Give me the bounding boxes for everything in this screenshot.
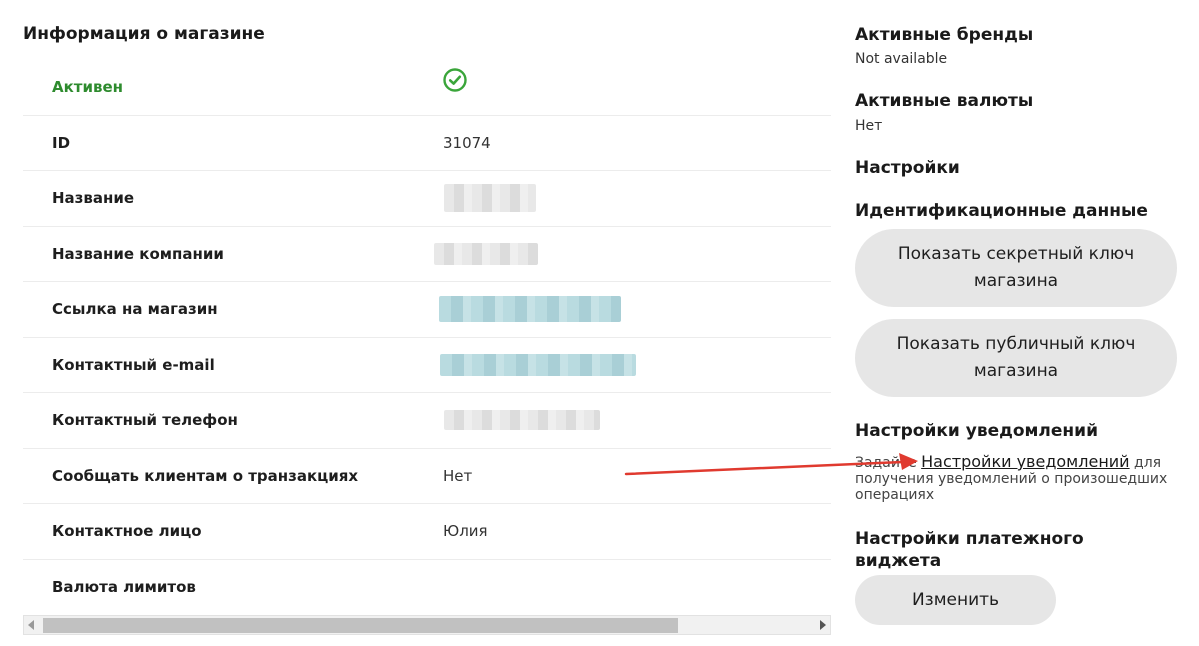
settings-title: Настройки <box>855 158 960 178</box>
table-row-active: Активен <box>23 60 831 116</box>
row-label: Ссылка на магазин <box>52 300 218 319</box>
table-row-contact-person: Контактное лицо Юлия <box>23 504 831 560</box>
show-secret-key-button[interactable]: Показать секретный ключ магазина <box>855 229 1177 307</box>
table-row-company: Название компании <box>23 227 831 282</box>
section-title: Информация о магазине <box>23 24 265 44</box>
shop-info-table: Активен ID 31074 Название Название компа… <box>23 60 831 615</box>
row-label: Контактный телефон <box>52 411 238 430</box>
check-circle-icon <box>442 67 468 97</box>
row-label: ID <box>52 133 71 152</box>
payment-widget-title: Настройки платежного виджета <box>855 529 1084 571</box>
table-row-id: ID 31074 <box>23 116 831 171</box>
scrollbar-thumb[interactable] <box>43 618 678 633</box>
scroll-right-icon[interactable] <box>820 620 826 630</box>
table-row-name: Название <box>23 171 831 227</box>
notification-settings-link[interactable]: Настройки уведомлений <box>921 452 1129 471</box>
credentials-title: Идентификационные данные <box>855 201 1148 221</box>
shop-info-panel: Информация о магазине Активен ID 31074 Н… <box>0 0 840 646</box>
table-row-phone: Контактный телефон <box>23 393 831 449</box>
horizontal-scrollbar[interactable] <box>23 615 831 635</box>
redacted-value <box>444 184 536 213</box>
row-label: Активен <box>52 78 124 97</box>
row-label: Название <box>52 189 135 208</box>
redacted-value <box>444 410 600 431</box>
redacted-value <box>439 296 621 323</box>
row-label: Валюта лимитов <box>52 578 196 597</box>
active-currencies-title: Активные валюты <box>855 91 1034 111</box>
row-value: Нет <box>443 466 473 485</box>
row-value: 31074 <box>443 133 491 152</box>
active-brands-title: Активные бренды <box>855 25 1034 45</box>
redacted-value <box>440 353 636 376</box>
row-label: Название компании <box>52 244 224 263</box>
table-row-email: Контактный e-mail <box>23 338 831 393</box>
show-public-key-button[interactable]: Показать публичный ключ магазина <box>855 319 1177 397</box>
table-row-shop-link: Ссылка на магазин <box>23 282 831 338</box>
row-label: Сообщать клиентам о транзакциях <box>52 466 359 485</box>
active-brands-value: Not available <box>855 51 948 67</box>
settings-sidebar: Активные бренды Not available Активные в… <box>855 0 1195 646</box>
annotation-arrow-icon <box>624 453 918 476</box>
row-label: Контактное лицо <box>52 522 202 541</box>
table-row-limit-currency: Валюта лимитов <box>23 560 831 616</box>
redacted-value <box>434 242 538 265</box>
scroll-left-icon[interactable] <box>28 620 34 630</box>
row-label: Контактный e-mail <box>52 355 215 374</box>
active-currencies-value: Нет <box>855 118 883 134</box>
notifications-title: Настройки уведомлений <box>855 421 1098 441</box>
edit-widget-button[interactable]: Изменить <box>855 575 1056 625</box>
row-value: Юлия <box>443 522 488 541</box>
